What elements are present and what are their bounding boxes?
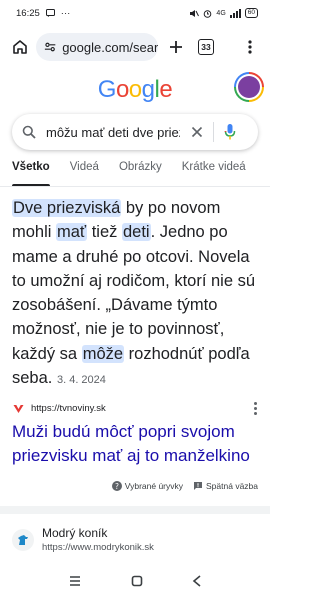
feedback-button[interactable]: Spätná väzba <box>193 481 258 491</box>
home-button[interactable] <box>8 35 32 59</box>
tab-short-videos[interactable]: Krátke videá <box>182 156 246 186</box>
back-button[interactable] <box>192 574 202 592</box>
home-icon <box>13 40 27 54</box>
snippet-highlight: mať <box>56 223 88 242</box>
section-divider <box>0 506 270 514</box>
network-label: 4G <box>216 9 226 17</box>
status-time: 16:25 <box>16 7 40 19</box>
avatar-image <box>238 76 260 98</box>
snippet-text: . Jedno po mame a druhé po otcovi. Novel… <box>12 223 256 363</box>
result-more-button[interactable] <box>248 400 262 416</box>
tab-videos[interactable]: Videá <box>70 156 99 186</box>
snippet-highlight: Dve priezviská <box>12 199 122 217</box>
address-bar-url: google.com/search <box>62 39 158 55</box>
message-icon <box>45 9 55 17</box>
search-divider <box>213 122 214 142</box>
snippet-highlight: deti <box>121 223 151 242</box>
account-avatar[interactable] <box>234 72 264 102</box>
svg-text:?: ? <box>115 482 119 491</box>
search-tabs: Všetko Videá Obrázky Krátke videá <box>0 156 270 186</box>
help-icon: ? <box>111 481 122 491</box>
snippet-date: 3. 4. 2024 <box>56 374 106 387</box>
battery-indicator: 60 <box>244 8 258 18</box>
snippet-highlight: môže <box>81 344 125 363</box>
recent-apps-button[interactable] <box>68 574 82 592</box>
more-vert-icon <box>248 40 252 54</box>
google-header: Google <box>0 70 270 110</box>
featured-snippets-button[interactable]: ? Vybrané úryvky <box>111 481 184 491</box>
mute-icon <box>190 9 200 17</box>
voice-search-button[interactable] <box>221 123 239 141</box>
menu-icon <box>70 576 81 586</box>
tab-switcher-button[interactable]: 33 <box>194 35 218 59</box>
logo-letter-g2: g <box>141 76 155 103</box>
horse-icon <box>18 535 28 545</box>
modry-konik-favicon <box>12 529 34 551</box>
tabs-divider <box>0 186 270 187</box>
back-icon <box>192 575 201 587</box>
site-settings-icon <box>44 42 56 52</box>
home-nav-button[interactable] <box>131 574 143 592</box>
result-site-name: Modrý koník <box>42 525 108 540</box>
new-tab-button[interactable] <box>164 35 188 59</box>
featured-snippet: Dve priezviská by po novom mohli mať tie… <box>12 196 264 392</box>
search-input[interactable]: môžu mať deti dve priezviská <box>46 125 180 140</box>
signal-icon <box>229 8 241 18</box>
tab-count: 33 <box>198 39 214 55</box>
mic-icon <box>224 124 236 140</box>
snippet-text: tiež <box>87 223 122 242</box>
result-modry-konik[interactable]: Modrý koník https://www.modrykonik.sk <box>12 522 262 558</box>
square-icon <box>131 575 143 587</box>
logo-letter-o1: o <box>115 76 129 103</box>
status-more: ··· <box>60 7 71 19</box>
logo-letter-o2: o <box>128 76 142 103</box>
alarm-icon <box>204 9 212 18</box>
clear-search-button[interactable] <box>188 123 206 141</box>
search-icon <box>22 125 36 139</box>
google-logo[interactable]: Google <box>0 76 270 104</box>
logo-letter-g: G <box>97 76 117 103</box>
status-bar: 16:25 ··· 4G 60 <box>0 0 270 26</box>
feedback-label: Spätná väzba <box>206 481 258 491</box>
close-icon <box>191 126 203 138</box>
result-source-url: https://tvnoviny.sk <box>31 402 106 414</box>
plus-icon <box>170 41 182 53</box>
feedback-icon <box>194 482 203 490</box>
tab-all[interactable]: Všetko <box>12 156 50 186</box>
browser-toolbar: google.com/search 33 <box>0 30 270 64</box>
tvnoviny-logo-icon <box>12 401 25 415</box>
system-nav-bar <box>0 566 270 600</box>
featured-snippets-label: Vybrané úryvky <box>124 481 184 491</box>
result-title-link[interactable]: Muži budú môcť popri svojom priezvisku m… <box>12 420 264 467</box>
address-bar[interactable]: google.com/search <box>36 33 158 61</box>
feedback-row: ? Vybrané úryvky Spätná väzba <box>0 478 270 494</box>
search-box[interactable]: môžu mať deti dve priezviská <box>12 114 258 150</box>
result-site-url: https://www.modrykonik.sk <box>42 541 154 553</box>
browser-menu-button[interactable] <box>238 35 262 59</box>
tab-images[interactable]: Obrázky <box>119 156 162 186</box>
logo-letter-e: e <box>159 76 173 103</box>
result-source[interactable]: https://tvnoviny.sk <box>12 400 262 416</box>
